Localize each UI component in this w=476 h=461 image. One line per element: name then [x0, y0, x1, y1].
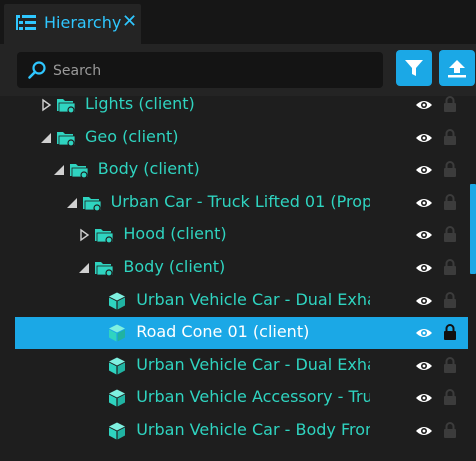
tree-row-label: Lights (client)	[85, 96, 195, 113]
tree-row[interactable]: Urban Vehicle Accessory - Truck	[15, 382, 468, 414]
cube-icon	[107, 356, 127, 376]
lock-icon[interactable]	[443, 258, 457, 276]
tab-label: Hierarchy	[44, 13, 122, 32]
folder-icon	[69, 160, 89, 180]
expanded-arrow-icon[interactable]	[79, 260, 91, 274]
lock-icon[interactable]	[443, 323, 457, 341]
scrollbar[interactable]	[470, 184, 476, 274]
lock-icon[interactable]	[443, 388, 457, 406]
eye-icon[interactable]	[415, 358, 433, 374]
tree-row[interactable]: Urban Vehicle Car - Dual Exhaust	[15, 285, 468, 317]
lock-icon[interactable]	[443, 356, 457, 374]
folder-icon	[94, 225, 114, 245]
lock-icon[interactable]	[443, 160, 457, 178]
lock-icon[interactable]	[443, 128, 457, 146]
lock-icon[interactable]	[443, 193, 457, 211]
folder-icon	[56, 128, 76, 148]
eye-icon[interactable]	[415, 162, 433, 178]
folder-icon	[56, 96, 76, 115]
hierarchy-tree: Lights (client) Geo (client) Body (client)…	[0, 96, 476, 461]
tree-row-label: Urban Vehicle Car - Body Front	[136, 420, 370, 439]
search-icon	[27, 60, 47, 84]
close-icon[interactable]: ✕	[122, 12, 137, 32]
collapsed-arrow-icon[interactable]	[79, 227, 91, 242]
tree-row[interactable]: Body (client)	[15, 154, 468, 186]
tree-row-label: Hood (client)	[123, 224, 227, 244]
collapse-button[interactable]	[439, 50, 475, 86]
cube-icon	[107, 421, 127, 441]
folder-icon	[94, 258, 114, 278]
hierarchy-toolbar	[0, 44, 476, 96]
eye-icon[interactable]	[415, 390, 433, 406]
tree-row-label: Body (client)	[97, 159, 200, 179]
tree-row[interactable]: Geo (client)	[15, 122, 468, 154]
tree-row-label: Body (client)	[123, 257, 226, 276]
tree-row[interactable]: Road Cone 01 (client)	[15, 317, 468, 350]
lock-icon[interactable]	[443, 96, 457, 113]
lock-icon[interactable]	[443, 225, 457, 243]
filter-button[interactable]	[396, 50, 432, 86]
collapsed-arrow-icon[interactable]	[41, 97, 53, 112]
tree-row-label: Road Cone 01 (client)	[136, 322, 310, 342]
filter-icon	[405, 60, 423, 76]
expanded-arrow-icon[interactable]	[53, 162, 66, 176]
tree-row[interactable]: Hood (client)	[15, 219, 468, 251]
tree-row-label: Urban Car - Truck Lifted 01 (Prop)	[110, 191, 370, 211]
eye-icon[interactable]	[415, 195, 433, 211]
tree-row[interactable]: Body (client)	[15, 252, 468, 284]
cube-icon	[107, 323, 127, 343]
expanded-arrow-icon[interactable]	[41, 130, 53, 144]
eye-icon[interactable]	[415, 97, 433, 113]
eye-icon[interactable]	[415, 130, 433, 146]
expanded-arrow-icon[interactable]	[66, 195, 79, 209]
cube-icon	[107, 388, 127, 408]
tree-row[interactable]: Urban Vehicle Car - Body Front	[15, 415, 468, 447]
search-box[interactable]	[17, 52, 383, 90]
tab-hierarchy[interactable]: Hierarchy ✕	[4, 4, 141, 44]
lock-icon[interactable]	[443, 291, 457, 309]
tree-row-label: Geo (client)	[85, 126, 179, 146]
tree-row-label: Urban Vehicle Car - Dual Exhaust	[136, 354, 370, 374]
search-input[interactable]	[51, 52, 375, 90]
folder-icon	[82, 193, 102, 213]
eye-icon[interactable]	[415, 423, 433, 439]
tree-row-label: Urban Vehicle Accessory - Truck	[136, 387, 370, 407]
lock-icon[interactable]	[443, 421, 457, 439]
tree-row[interactable]: Lights (client)	[15, 96, 468, 121]
eye-icon[interactable]	[415, 325, 433, 341]
hierarchy-panel: Hierarchy ✕ Lights (client)Geo	[0, 0, 476, 461]
eye-icon[interactable]	[415, 227, 433, 243]
tree-row[interactable]: Urban Car - Truck Lifted 01 (Prop)	[15, 187, 468, 219]
tree-row-label: Urban Vehicle Car - Dual Exhaust	[136, 289, 370, 309]
tree-row[interactable]: Urban Vehicle Car - Dual Exhaust	[15, 350, 468, 382]
collapse-up-icon	[448, 60, 466, 78]
eye-icon[interactable]	[415, 293, 433, 309]
list-tree-icon	[14, 12, 38, 40]
tab-bar: Hierarchy ✕	[0, 0, 476, 44]
cube-icon	[107, 291, 127, 311]
eye-icon[interactable]	[415, 260, 433, 276]
